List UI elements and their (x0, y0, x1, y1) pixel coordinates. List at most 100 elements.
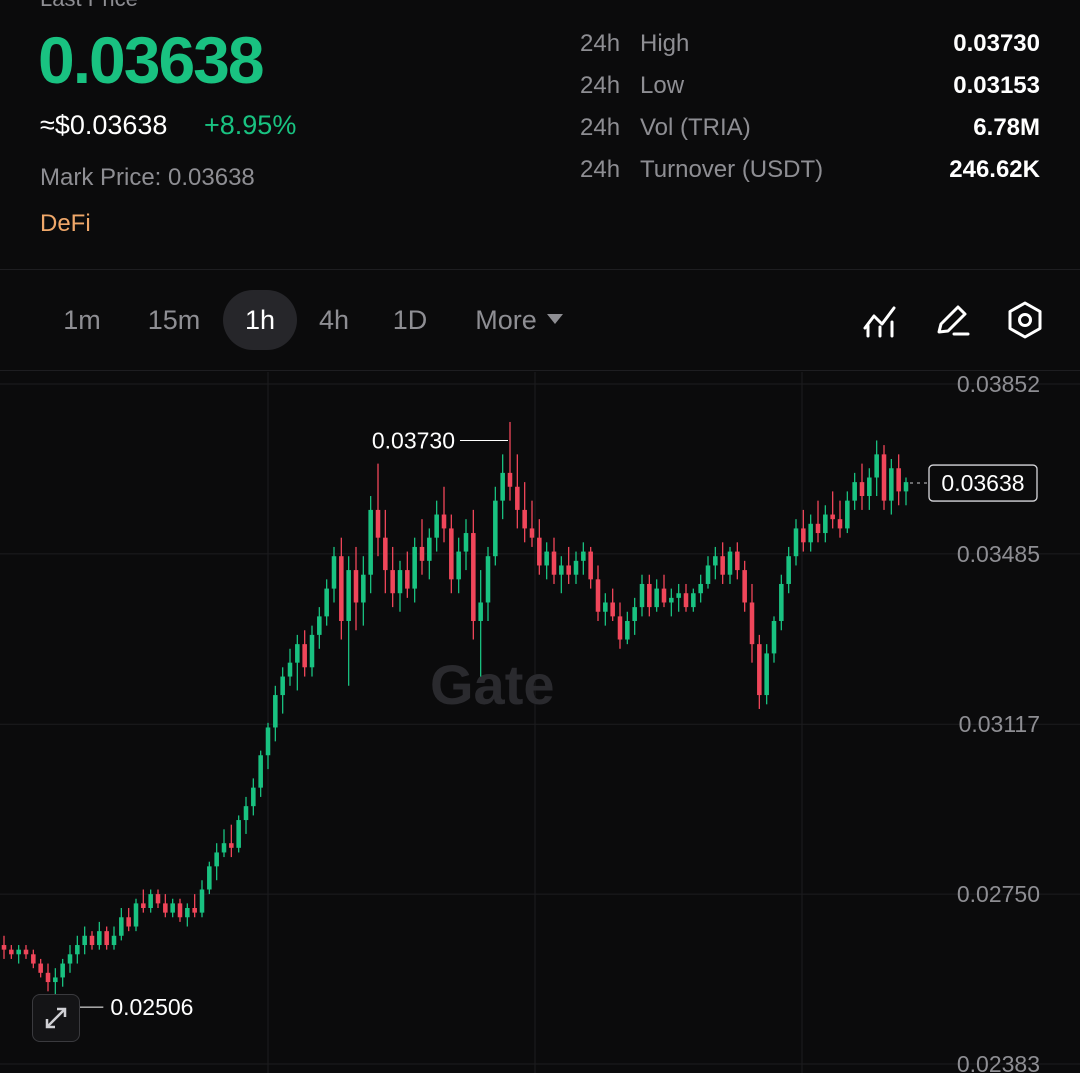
y-axis-tick-label: 0.02750 (957, 881, 1040, 907)
low-price-marker: 0.02506 (110, 994, 193, 1020)
stat-name: Turnover (USDT) (640, 156, 824, 183)
candle-body (661, 588, 667, 603)
candle-body (478, 602, 483, 622)
expand-chart-button[interactable] (32, 994, 80, 1042)
candle-body (522, 509, 527, 529)
candle-body (507, 472, 513, 487)
candle-body (720, 556, 725, 575)
more-label: More (475, 305, 537, 335)
last-price: 0.03638 (38, 23, 265, 97)
candle-body (683, 593, 689, 608)
tab-1h[interactable]: 1h (223, 290, 297, 350)
candle-body (89, 935, 95, 946)
candle-body (383, 537, 388, 571)
candle-body (874, 454, 879, 478)
y-axis-tick-label: 0.03852 (957, 372, 1040, 397)
stat-value: 0.03730 (953, 30, 1040, 57)
candle-body (727, 551, 733, 575)
candle-body (199, 889, 205, 913)
candle-body (324, 588, 329, 617)
stat-name: Vol (TRIA) (640, 114, 751, 141)
tab-1m[interactable]: 1m (52, 290, 112, 350)
candle-body (31, 954, 36, 964)
tab-4h[interactable]: 4h (308, 290, 360, 350)
draw-pencil-icon[interactable] (932, 300, 972, 340)
stat-row-volume: 24h Vol (TRIA) 6.78M (580, 114, 1040, 156)
candle-body (287, 662, 293, 677)
candle-body (537, 537, 542, 566)
candle-body (163, 903, 168, 913)
candle-body (471, 533, 476, 622)
y-axis-tick-label: 0.03485 (957, 541, 1040, 567)
candle-body (126, 917, 131, 927)
candle-body (456, 551, 461, 580)
candle-body (449, 528, 454, 580)
indicators-icon[interactable] (860, 300, 900, 340)
candle-body (705, 565, 711, 584)
candle-body (713, 556, 718, 566)
candle-body (566, 565, 571, 575)
candle-body (119, 917, 124, 936)
candle-body (368, 509, 373, 575)
candle-body (485, 556, 491, 603)
candle-body (258, 755, 263, 788)
stat-row-turnover: 24h Turnover (USDT) 246.62K (580, 156, 1040, 198)
candle-body (251, 787, 256, 807)
category-tag[interactable]: DeFi (40, 210, 91, 238)
candle-body (397, 570, 403, 594)
candle-body (815, 523, 821, 534)
candle-body (867, 477, 872, 497)
candle-body (295, 644, 300, 663)
stat-value: 246.62K (949, 156, 1040, 183)
candle-body (837, 519, 843, 529)
candle-body (691, 593, 696, 608)
candle-body (889, 468, 894, 501)
candle-body (346, 570, 351, 622)
candle-body (75, 945, 80, 955)
candle-body (529, 528, 535, 538)
candle-body (551, 551, 557, 575)
stat-prefix: 24h (580, 30, 621, 57)
candle-body (111, 935, 117, 946)
candle-body (390, 570, 395, 594)
candle-body (617, 616, 623, 640)
candle-body (60, 963, 65, 978)
current-price-label: 0.03638 (941, 470, 1024, 496)
candle-body (104, 931, 109, 946)
candle-body (419, 546, 425, 561)
candle-body (9, 949, 14, 955)
candle-body (625, 621, 630, 640)
candle-body (141, 903, 146, 909)
candle-body (243, 806, 249, 821)
stat-value: 6.78M (973, 114, 1040, 141)
header-divider (0, 269, 1080, 270)
candle-body (610, 602, 615, 617)
high-price-marker: 0.03730 (372, 427, 455, 453)
tab-15m[interactable]: 15m (138, 290, 210, 350)
candle-body (16, 949, 21, 955)
candle-body (749, 602, 755, 645)
candle-body (698, 583, 703, 594)
candle-body (573, 560, 579, 575)
candle-body (405, 570, 410, 589)
candle-body (771, 621, 777, 654)
stat-row-high: 24h High 0.03730 (580, 30, 1040, 72)
candle-body (38, 963, 43, 973)
candle-body (559, 565, 564, 575)
settings-hexagon-icon[interactable] (1005, 300, 1045, 340)
mark-price: Mark Price: 0.03638 (40, 164, 255, 191)
usd-price: ≈$0.03638 (40, 110, 168, 140)
more-dropdown[interactable]: More (464, 290, 574, 350)
candle-body (588, 551, 593, 580)
candle-body (676, 593, 681, 598)
candle-body (375, 509, 381, 538)
candle-body (53, 977, 58, 983)
candlestick-chart[interactable]: Gate 0.03852 0.03485 0.03117 0.02750 0.02383… (0, 372, 1080, 1073)
last-price-label[interactable]: Last Price (40, 0, 138, 12)
candle-body (265, 727, 271, 756)
candle-body (317, 616, 322, 635)
tab-1d[interactable]: 1D (382, 290, 438, 350)
candle-body (830, 514, 835, 520)
candle-body (859, 482, 865, 497)
gate-watermark: Gate (430, 653, 555, 716)
